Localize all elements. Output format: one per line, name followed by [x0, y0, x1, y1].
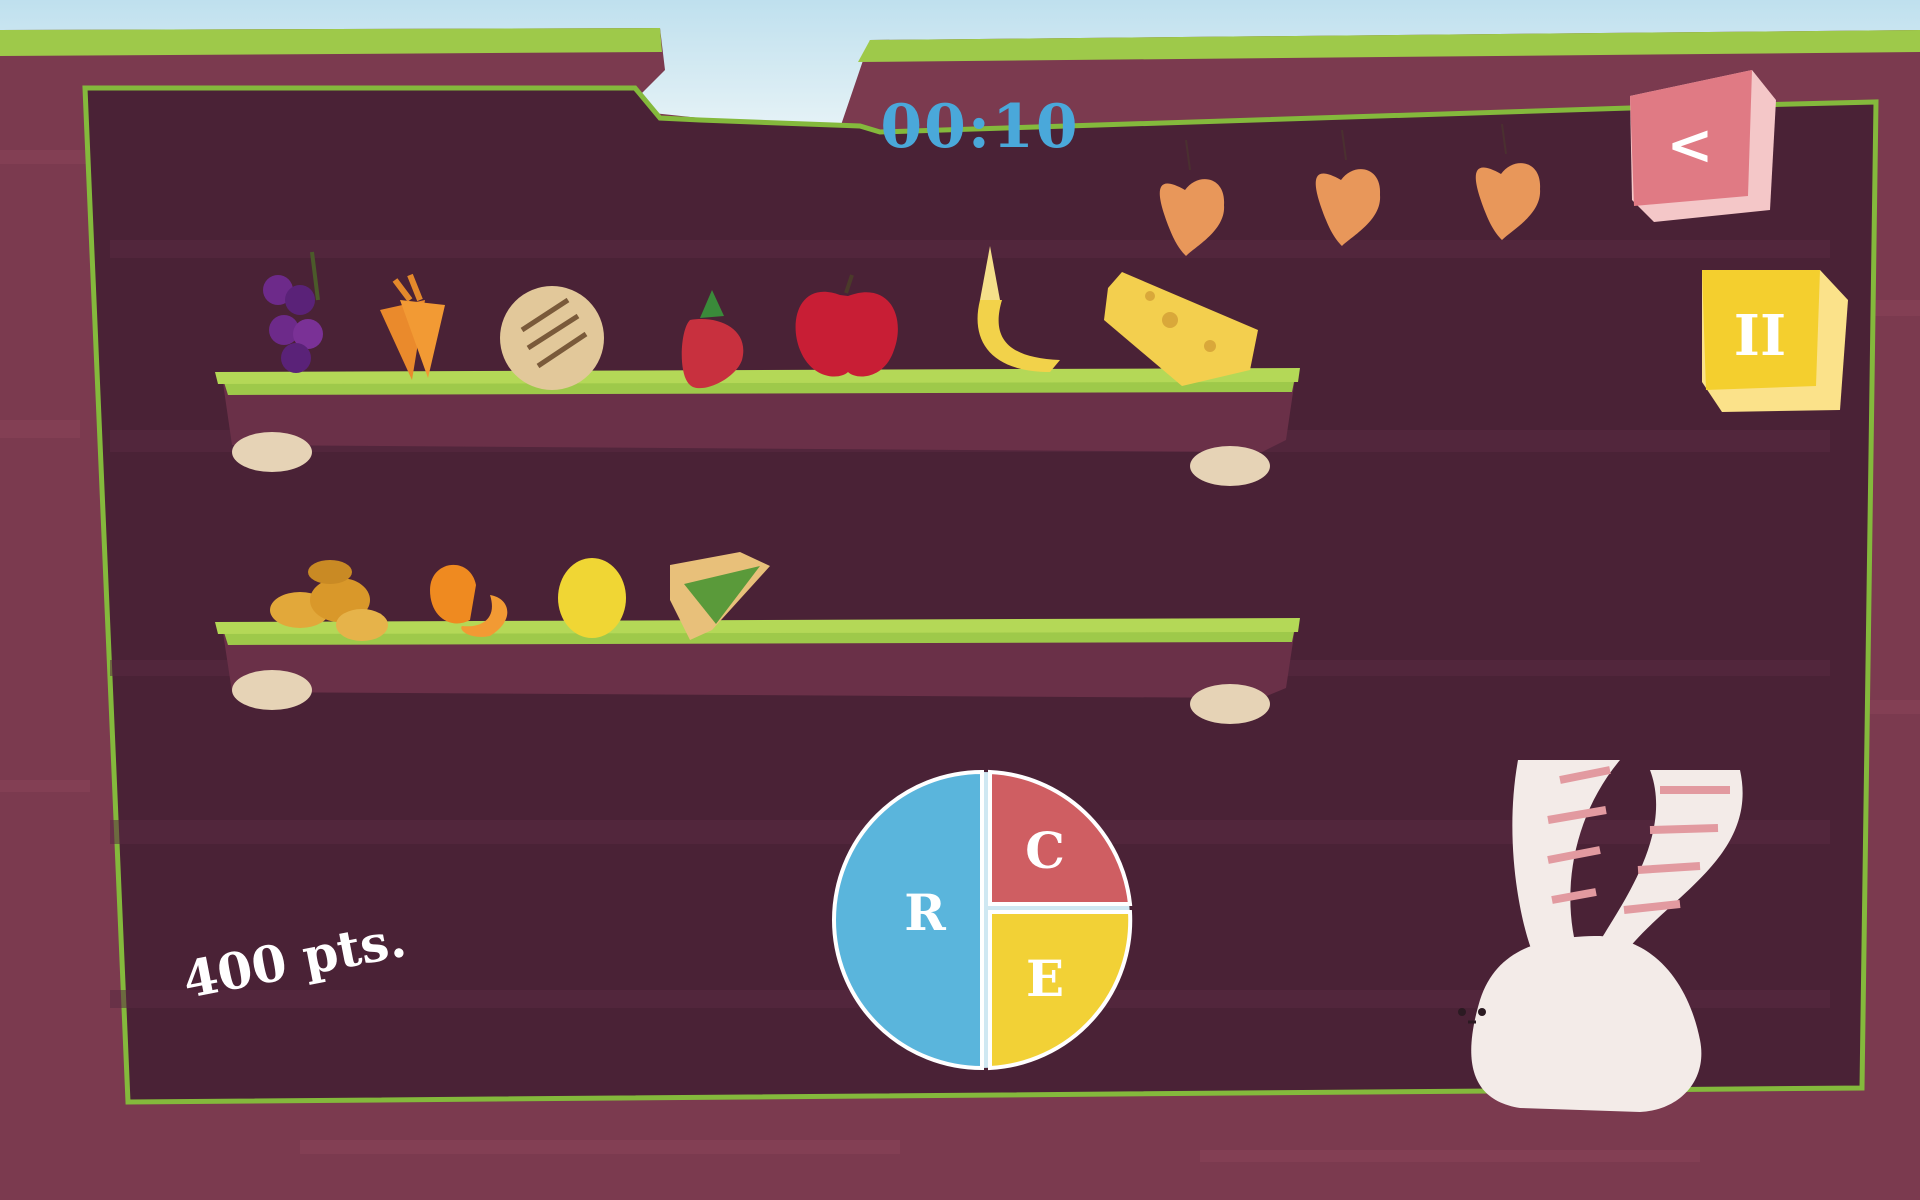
lemon-item[interactable]: [558, 558, 626, 638]
game-scene: R C E < II: [0, 0, 1920, 1200]
back-button[interactable]: <: [1630, 70, 1776, 222]
pause-button[interactable]: II: [1702, 270, 1848, 412]
timer: 00:10: [880, 92, 1080, 162]
cookie-item[interactable]: [500, 286, 604, 390]
plate-letter-c: C: [1025, 821, 1065, 880]
plate-letter-e: E: [1026, 949, 1064, 1008]
food-plate[interactable]: R C E: [832, 769, 1133, 1071]
top-grass: [0, 28, 662, 56]
plate-letter-r: R: [904, 883, 946, 942]
back-button-label: <: [1667, 112, 1714, 178]
pause-button-label: II: [1734, 303, 1786, 369]
